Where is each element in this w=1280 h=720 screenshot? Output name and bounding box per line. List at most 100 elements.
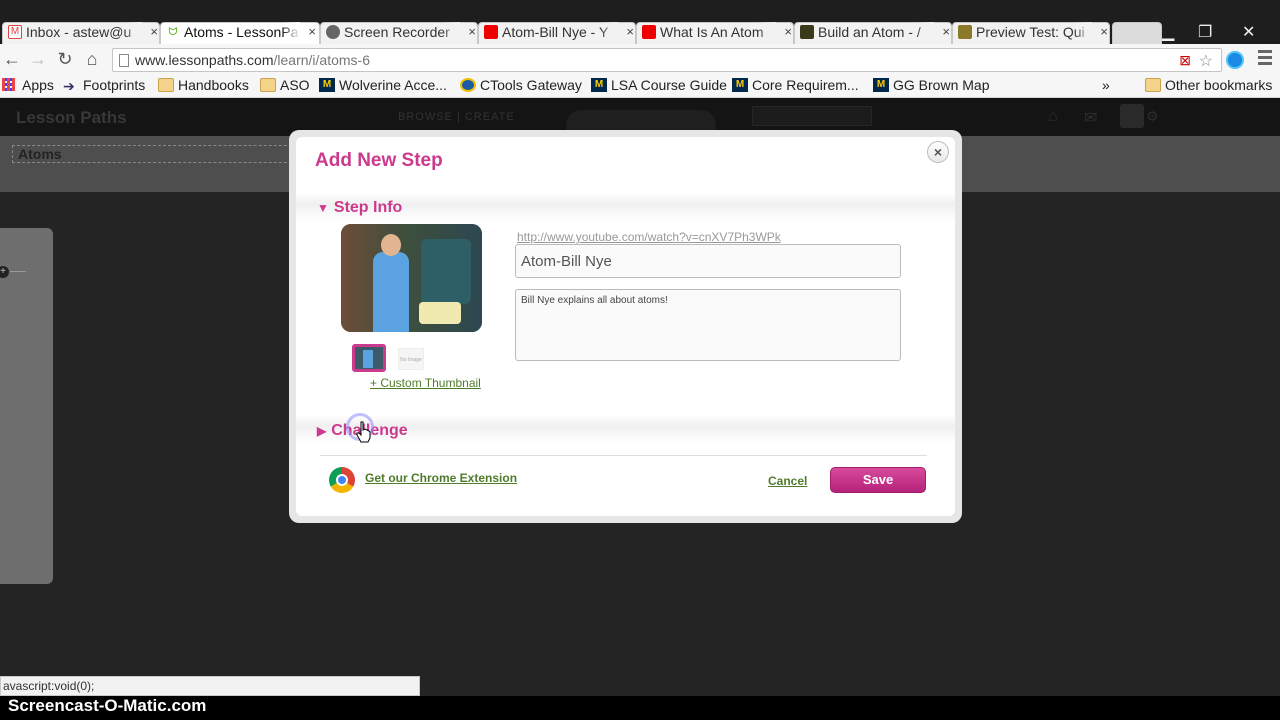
tab-label: Screen Recorder xyxy=(344,22,460,42)
bookmark-footprints[interactable]: ➔ Footprints xyxy=(63,77,146,94)
triangle-down-icon: ▼ xyxy=(317,201,329,215)
browser-tab-strip: M Inbox - astew@u × ᗢ Atoms - LessonPa ×… xyxy=(0,0,1280,44)
close-icon[interactable]: × xyxy=(927,141,949,163)
site-nav[interactable]: BROWSE | CREATE xyxy=(398,111,515,123)
bookmark-wolverine-access[interactable]: M Wolverine Acce... xyxy=(319,77,447,93)
add-step-icon[interactable]: + xyxy=(0,266,9,278)
umich-icon: M xyxy=(319,78,335,92)
mail-icon[interactable]: ✉ xyxy=(1084,108,1097,128)
header-search-input[interactable] xyxy=(752,106,872,126)
tab-youtube-atom[interactable]: Atom-Bill Nye - Y × xyxy=(480,22,640,44)
window-minimize-icon[interactable]: ▁ xyxy=(1162,22,1174,42)
watermark-bar: Screencast-O-Matic.com xyxy=(0,696,1280,720)
tab-label: What Is An Atom xyxy=(660,22,776,42)
bookmark-handbooks[interactable]: Handbooks xyxy=(158,77,249,93)
tab-label: Inbox - astew@u xyxy=(26,22,142,42)
tab-screen-recorder[interactable]: Screen Recorder × xyxy=(322,22,482,44)
bookmark-label: Wolverine Acce... xyxy=(339,77,447,93)
video-url-link[interactable]: http://www.youtube.com/watch?v=cnXV7Ph3W… xyxy=(517,230,781,244)
tab-close-icon[interactable]: × xyxy=(784,22,792,42)
tab-label: Atoms - LessonPa xyxy=(184,22,300,42)
bookmark-gg-brown-map[interactable]: M GG Brown Map xyxy=(873,77,989,93)
bookmark-aso[interactable]: ASO xyxy=(260,77,310,93)
tab-preview-test[interactable]: Preview Test: Qui × xyxy=(954,22,1114,44)
bookmark-label: CTools Gateway xyxy=(480,77,582,93)
tab-youtube-what-is[interactable]: What Is An Atom × xyxy=(638,22,798,44)
chrome-extension-link[interactable]: Get our Chrome Extension xyxy=(365,471,517,485)
tab-close-icon[interactable]: × xyxy=(626,22,634,42)
reload-icon[interactable]: ↻ xyxy=(55,49,75,69)
bookmarks-overflow-button[interactable]: » xyxy=(1102,77,1110,93)
tab-build-atom[interactable]: Build an Atom - / × xyxy=(796,22,956,44)
thumbnail-mini xyxy=(363,350,373,368)
tab-close-icon[interactable]: × xyxy=(942,22,950,42)
step-description-input[interactable]: Bill Nye explains all about atoms! xyxy=(515,289,901,361)
side-panel: + xyxy=(0,228,53,584)
thumbnail-option-no-image[interactable]: No Image xyxy=(398,348,424,370)
youtube-icon xyxy=(484,25,498,39)
forward-icon[interactable]: → xyxy=(28,49,48,69)
bookmark-other[interactable]: Other bookmarks xyxy=(1145,77,1272,93)
bookmark-lsa-course-guide[interactable]: M LSA Course Guide xyxy=(591,77,727,93)
tab-label: Preview Test: Qui xyxy=(976,22,1092,42)
bookmark-label: Core Requirem... xyxy=(752,77,859,93)
folder-icon xyxy=(260,78,276,92)
menu-icon[interactable] xyxy=(1258,50,1272,66)
folder-icon xyxy=(1145,78,1161,92)
bookmark-label: Footprints xyxy=(83,77,146,93)
back-icon[interactable]: ← xyxy=(2,49,22,69)
window-maximize-icon[interactable]: ❐ xyxy=(1198,22,1212,42)
status-bar: avascript:void(0); xyxy=(0,676,420,696)
path-title: Atoms xyxy=(18,146,62,162)
bookmark-label: ASO xyxy=(280,77,310,93)
connector-line xyxy=(10,271,26,272)
bookmark-apps[interactable]: Apps xyxy=(2,77,54,93)
blocked-content-icon[interactable]: ⊠ xyxy=(1179,52,1191,69)
arrow-icon: ➔ xyxy=(63,78,75,94)
thumbnail-machine xyxy=(421,239,471,304)
window-close-icon[interactable]: ✕ xyxy=(1242,22,1255,42)
site-logo[interactable]: Lesson Paths xyxy=(16,108,127,128)
youtube-icon xyxy=(642,25,656,39)
dialog-title: Add New Step xyxy=(315,150,443,171)
settings-gear-icon[interactable]: ⚙ xyxy=(1146,108,1159,125)
add-step-dialog: Add New Step × ▼ Step Info No Image + Cus… xyxy=(296,137,955,516)
umich-icon: M xyxy=(591,78,607,92)
path-title-field[interactable]: Atoms xyxy=(12,145,312,163)
address-bar[interactable]: www.lessonpaths.com/learn/i/atoms-6 ⊠ ☆ xyxy=(112,48,1222,72)
tab-lessonpaths[interactable]: ᗢ Atoms - LessonPa × xyxy=(162,22,322,44)
bookmark-core-requirements[interactable]: M Core Requirem... xyxy=(732,77,859,93)
extension-icon[interactable] xyxy=(1226,51,1244,69)
cancel-button[interactable]: Cancel xyxy=(768,474,807,488)
tab-close-icon[interactable]: × xyxy=(468,22,476,42)
tab-label: Build an Atom - / xyxy=(818,22,934,42)
bookmark-label: Handbooks xyxy=(178,77,249,93)
url-host: www.lessonpaths.com xyxy=(135,52,274,68)
bookmarks-bar: Apps ➔ Footprints Handbooks ASO M Wolver… xyxy=(0,74,1280,98)
save-button[interactable]: Save xyxy=(830,467,926,493)
bookmark-ctools[interactable]: CTools Gateway xyxy=(460,77,582,93)
bookmark-label: Apps xyxy=(22,77,54,93)
home-icon[interactable]: ⌂ xyxy=(1048,108,1058,126)
tab-close-icon[interactable]: × xyxy=(308,22,316,42)
umich-icon: M xyxy=(873,78,889,92)
tab-close-icon[interactable]: × xyxy=(1100,22,1108,42)
step-title-input[interactable] xyxy=(515,244,901,278)
avatar[interactable] xyxy=(1120,104,1144,128)
tab-close-icon[interactable]: × xyxy=(150,22,158,42)
step-info-toggle[interactable]: ▼ Step Info xyxy=(317,199,402,217)
tab-gmail[interactable]: M Inbox - astew@u × xyxy=(4,22,164,44)
thumbnail-option-selected[interactable] xyxy=(352,344,386,372)
folder-icon xyxy=(158,78,174,92)
home-icon[interactable]: ⌂ xyxy=(82,49,102,69)
ctools-icon xyxy=(460,78,476,92)
custom-thumbnail-link[interactable]: + Custom Thumbnail xyxy=(370,376,481,390)
bookmark-star-icon[interactable]: ☆ xyxy=(1199,51,1213,71)
umich-icon: M xyxy=(732,78,748,92)
add-step-dialog-frame: Add New Step × ▼ Step Info No Image + Cus… xyxy=(289,130,962,523)
bookmark-label: LSA Course Guide xyxy=(611,77,727,93)
lessonpaths-icon: ᗢ xyxy=(166,25,180,39)
divider xyxy=(320,455,927,456)
screencast-icon xyxy=(326,25,340,39)
new-tab-button[interactable] xyxy=(1112,22,1162,44)
